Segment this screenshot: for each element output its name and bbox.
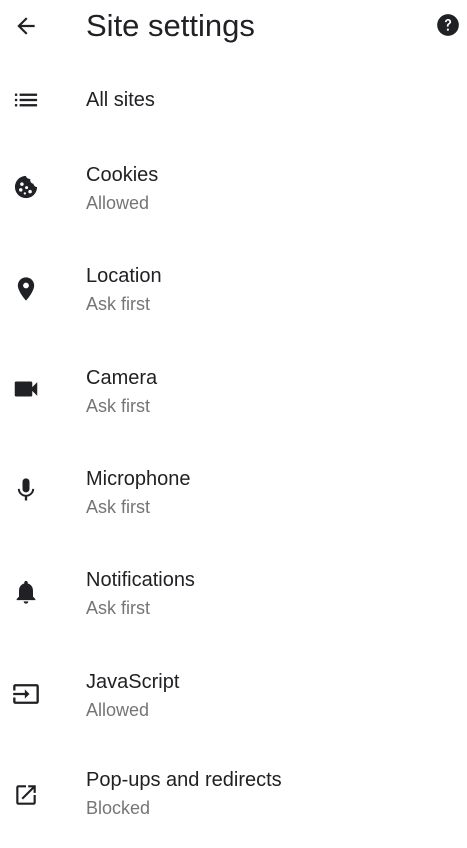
input-icon	[6, 674, 46, 714]
mic-icon	[6, 470, 46, 510]
videocam-icon	[6, 369, 46, 409]
page-title: Site settings	[86, 8, 255, 43]
help-button[interactable]	[431, 8, 465, 42]
item-status: Ask first	[86, 294, 151, 314]
item-status: Blocked	[86, 798, 151, 818]
item-label: All sites	[86, 89, 155, 111]
cookie-icon	[6, 167, 46, 207]
popups-redirects-item[interactable]: Pop-ups and redirects Blocked	[0, 768, 467, 848]
bell-icon	[6, 572, 46, 612]
app-bar: Site settings	[0, 0, 467, 50]
item-label: Location	[86, 265, 162, 287]
list-icon	[6, 80, 46, 120]
location-pin-icon	[6, 269, 46, 309]
microphone-item[interactable]: Microphone Ask first	[0, 464, 467, 544]
item-label: Microphone	[86, 468, 191, 490]
all-sites-item[interactable]: All sites	[0, 80, 467, 160]
item-status: Allowed	[86, 700, 150, 720]
item-label: Pop-ups and redirects	[86, 769, 282, 791]
item-label: Camera	[86, 367, 158, 389]
cookies-item[interactable]: Cookies Allowed	[0, 160, 467, 240]
item-status: Ask first	[86, 396, 151, 416]
item-label: Notifications	[86, 569, 195, 591]
location-item[interactable]: Location Ask first	[0, 261, 467, 341]
notifications-item[interactable]: Notifications Ask first	[0, 565, 467, 645]
item-status: Ask first	[86, 497, 151, 517]
camera-item[interactable]: Camera Ask first	[0, 363, 467, 443]
item-label: JavaScript	[86, 671, 180, 693]
open-in-new-icon	[6, 775, 46, 815]
item-status: Allowed	[86, 193, 150, 213]
help-icon	[437, 14, 459, 36]
javascript-item[interactable]: JavaScript Allowed	[0, 667, 467, 747]
arrow-back-icon	[17, 17, 35, 35]
item-label: Cookies	[86, 164, 159, 186]
back-button[interactable]	[6, 6, 46, 46]
item-status: Ask first	[86, 598, 151, 618]
